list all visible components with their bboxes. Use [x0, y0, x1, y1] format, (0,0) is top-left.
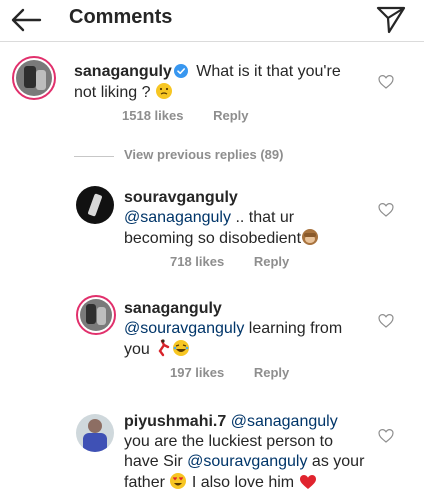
paper-plane-icon [376, 6, 406, 34]
username[interactable]: souravganguly [124, 189, 238, 206]
reply-item: souravganguly @sanaganguly .. that ur be… [0, 184, 424, 274]
comment-item: sanaganguly What is it that you're not l… [0, 56, 424, 136]
likes-count[interactable]: 197 likes [170, 365, 224, 380]
thinking-face-emoji [155, 83, 172, 99]
arrow-left-icon [11, 8, 42, 32]
avatar[interactable] [76, 186, 114, 224]
avatar[interactable] [12, 56, 56, 100]
see-no-evil-monkey-emoji [302, 229, 319, 245]
username[interactable]: sanaganguly [124, 300, 222, 317]
view-previous-replies[interactable]: View previous replies (89) [74, 147, 374, 167]
reply-item: piyushmahi.7 @sanaganguly you are the lu… [0, 410, 424, 496]
mention-link[interactable]: @souravganguly [187, 453, 307, 470]
reply-item: sanaganguly @souravganguly learning from… [0, 295, 424, 385]
avatar[interactable] [76, 414, 114, 452]
mention-link[interactable]: @sanaganguly [231, 413, 338, 430]
username[interactable]: sanaganguly [74, 63, 172, 80]
reply-button[interactable]: Reply [254, 365, 289, 380]
send-button[interactable] [376, 4, 406, 34]
comment-meta: 1518 likes Reply [122, 108, 274, 123]
mention-link[interactable]: @souravganguly [124, 320, 244, 337]
reply-button[interactable]: Reply [254, 254, 289, 269]
username[interactable]: piyushmahi.7 [124, 413, 226, 430]
likes-count[interactable]: 718 likes [170, 254, 224, 269]
likes-count[interactable]: 1518 likes [122, 108, 183, 123]
header-bar: Comments [0, 0, 424, 42]
heart-icon[interactable] [378, 313, 394, 329]
red-heart-emoji [299, 475, 316, 489]
verified-badge-icon [173, 64, 188, 78]
comment-text: piyushmahi.7 @sanaganguly you are the lu… [124, 413, 365, 491]
reply-button[interactable]: Reply [213, 108, 248, 123]
comment-meta: 718 likes Reply [170, 254, 315, 269]
heart-eyes-emoji [170, 473, 187, 489]
comment-text: sanaganguly @souravganguly learning from… [124, 300, 343, 358]
comment-text: souravganguly @sanaganguly .. that ur be… [124, 188, 374, 249]
dancer-laughing-emoji [154, 339, 194, 357]
comment-meta: 197 likes Reply [170, 365, 315, 380]
comment-text: sanaganguly What is it that you're not l… [74, 63, 341, 101]
back-button[interactable] [10, 6, 42, 34]
avatar[interactable] [76, 295, 116, 335]
heart-icon[interactable] [378, 74, 394, 90]
heart-icon[interactable] [378, 428, 394, 444]
page-title: Comments [69, 6, 173, 28]
heart-icon[interactable] [378, 202, 394, 218]
divider-line [74, 156, 114, 157]
mention-link[interactable]: @sanaganguly [124, 209, 231, 226]
